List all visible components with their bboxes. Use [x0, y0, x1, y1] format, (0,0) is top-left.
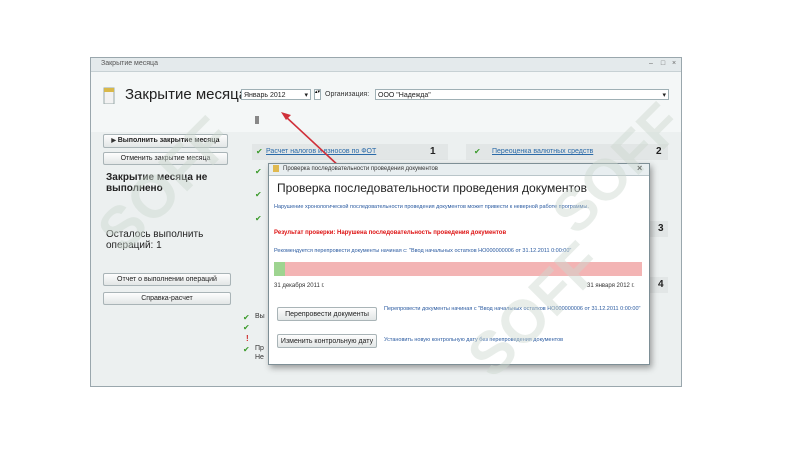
repost-documents-button[interactable]: Перепровести документы — [277, 307, 377, 321]
period-value: Январь 2012 — [244, 92, 286, 99]
help-calc-button-label: Справка-расчет — [141, 295, 193, 302]
org-label: Организация: — [325, 91, 370, 98]
check-icon: ✔ — [255, 190, 262, 199]
dialog-window-title: Проверка последовательности проведения д… — [283, 166, 438, 172]
check-icon: ✔ — [243, 323, 250, 332]
chevron-down-icon[interactable]: ▾ — [304, 90, 308, 101]
report-button-label: Отчет о выполнении операций — [117, 276, 217, 283]
operation-row: 4 — [648, 277, 668, 293]
org-value: ООО "Надежда" — [378, 92, 431, 99]
operation-row: 3 — [648, 221, 668, 237]
log-line: Не — [255, 354, 264, 361]
operation-number: 3 — [658, 223, 664, 234]
chevron-down-icon[interactable]: ▾ — [662, 90, 666, 101]
log-line: Вы — [255, 313, 265, 320]
log-line: Пр — [255, 345, 264, 352]
close-icon[interactable]: × — [670, 60, 678, 68]
check-icon: ✔ — [255, 214, 262, 223]
repost-documents-label: Перепровести документы — [285, 311, 369, 318]
calendar-icon — [103, 87, 115, 104]
help-calc-button[interactable]: Справка-расчет — [103, 292, 231, 305]
operation-number: 4 — [658, 279, 664, 290]
change-control-date-label: Изменить контрольную дату — [280, 338, 374, 345]
collapse-marker — [255, 116, 259, 124]
org-select[interactable]: ООО "Надежда" ▾ — [375, 89, 669, 100]
change-control-date-button[interactable]: Изменить контрольную дату — [277, 334, 377, 348]
check-icon: ✔ — [474, 147, 481, 156]
window-titlebar: Закрытие месяца – □ × — [91, 58, 681, 72]
dialog-title: Проверка последовательности проведения д… — [277, 181, 587, 195]
operation-link[interactable]: Переоценка валютных средств — [492, 148, 593, 155]
minimize-icon[interactable]: – — [647, 60, 655, 68]
report-button[interactable]: Отчет о выполнении операций — [103, 273, 231, 286]
operation-number: 1 — [430, 146, 436, 157]
check-icon: ✔ — [243, 345, 250, 354]
check-icon: ✔ — [255, 167, 262, 176]
warning-icon: ! — [246, 334, 249, 343]
timeline-bar-fill — [274, 262, 285, 276]
check-icon: ✔ — [243, 313, 250, 322]
check-icon: ✔ — [256, 147, 263, 156]
window-title: Закрытие месяца — [101, 60, 158, 67]
page-title: Закрытие месяца — [125, 86, 248, 103]
maximize-icon[interactable]: □ — [659, 60, 667, 68]
period-select[interactable]: Январь 2012 ▾ — [241, 89, 311, 100]
dialog-icon — [273, 165, 279, 172]
period-stepper[interactable]: ▴▾ — [314, 89, 321, 100]
date-start: 31 декабря 2011 г. — [274, 283, 325, 289]
